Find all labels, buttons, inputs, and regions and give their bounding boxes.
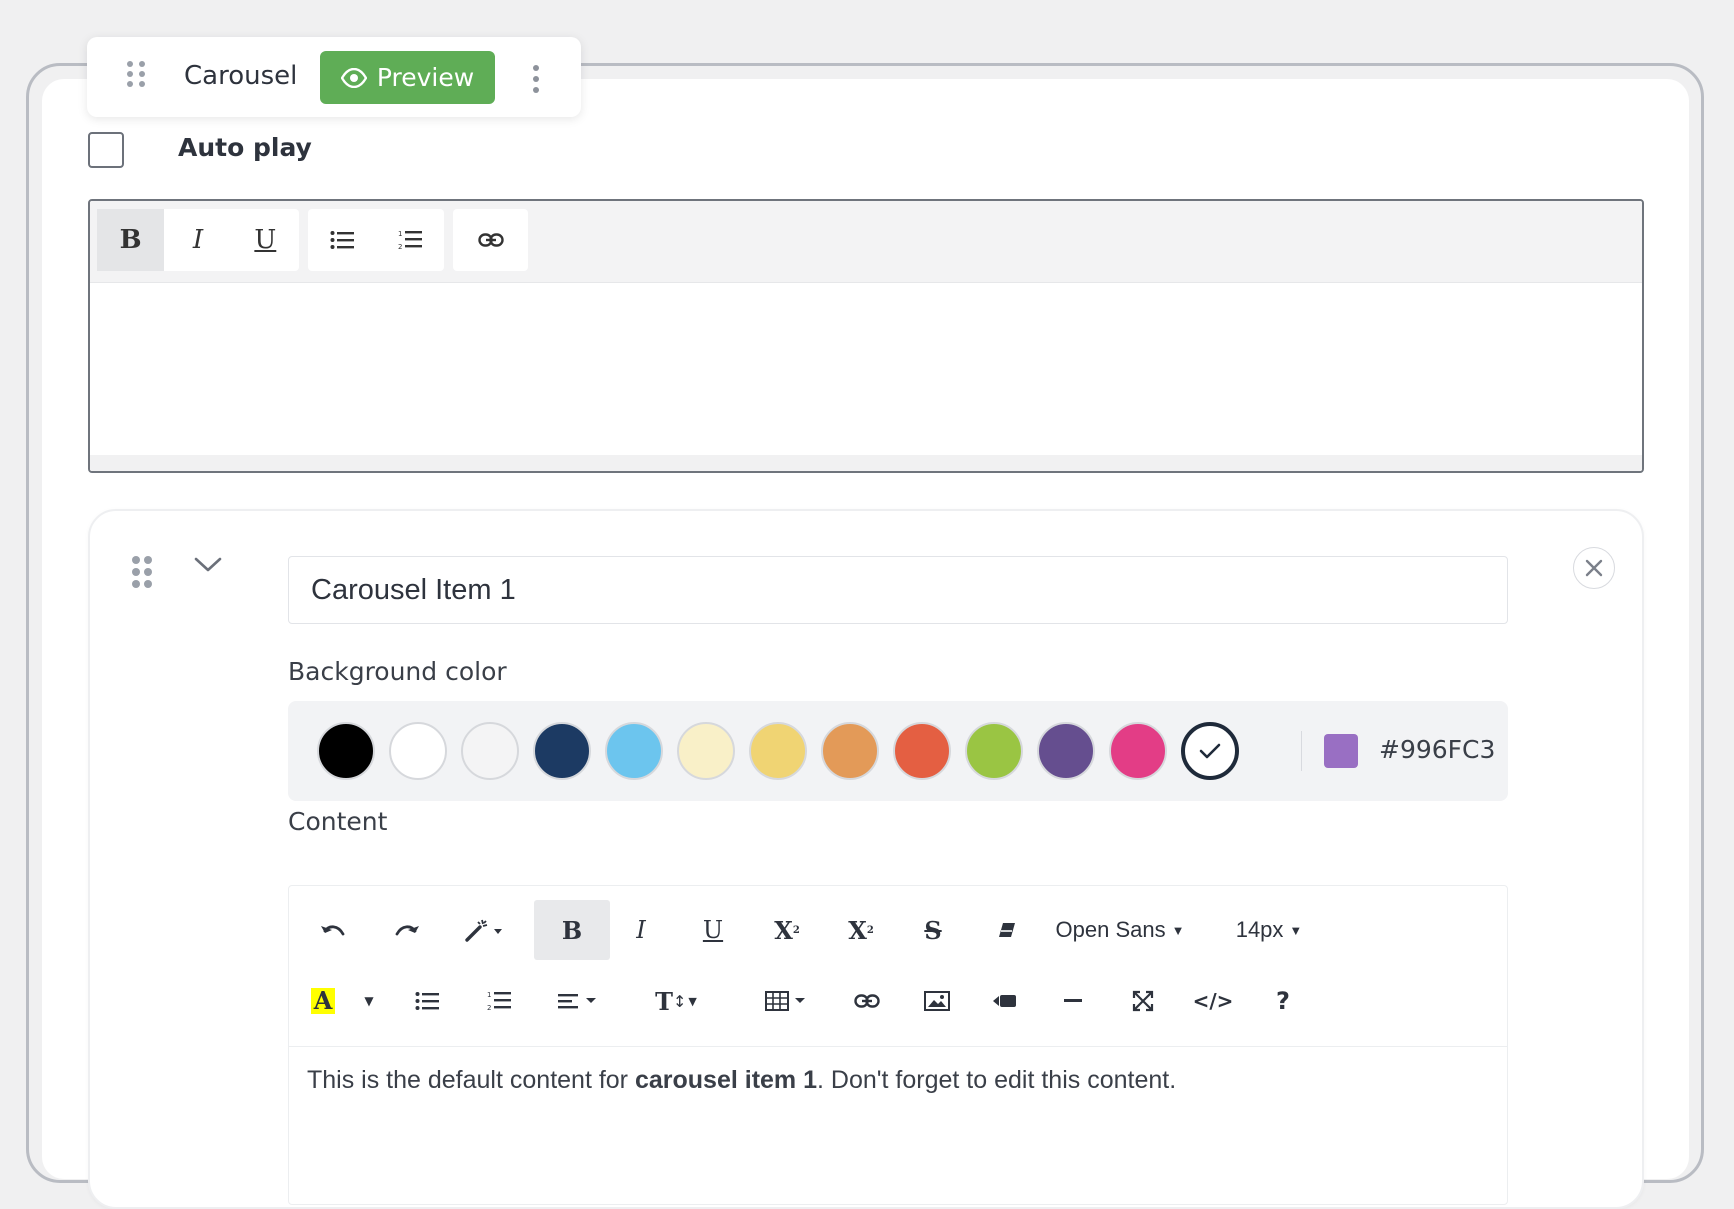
- content-text-after: . Don't forget to edit this content.: [817, 1066, 1177, 1094]
- bullet-list-icon[interactable]: [397, 971, 457, 1031]
- custom-color-chip[interactable]: [1324, 734, 1358, 768]
- carousel-item-card: Carousel Item 1 Background color #996FC3…: [88, 509, 1644, 1209]
- content-editor: B I U X2 X2 S Open Sans ▼ 14px ▼ A ▼ 12 T ↕…: [288, 885, 1508, 1205]
- underline-button[interactable]: U: [683, 900, 743, 960]
- color-swatch-red[interactable]: [893, 722, 951, 780]
- font-family-dropdown[interactable]: Open Sans ▼: [1045, 900, 1195, 960]
- svg-text:2: 2: [487, 1004, 491, 1012]
- font-family-value: Open Sans: [1055, 917, 1166, 942]
- block-title: Carousel: [184, 61, 298, 91]
- drag-handle-icon[interactable]: [127, 61, 145, 87]
- video-icon[interactable]: [975, 971, 1035, 1031]
- magic-icon[interactable]: [449, 900, 519, 960]
- table-icon[interactable]: [751, 971, 821, 1031]
- toolbar-divider: [289, 1046, 1507, 1047]
- font-size-value: 14px: [1235, 917, 1284, 942]
- content-body[interactable]: This is the default content for carousel…: [307, 1066, 1176, 1095]
- color-picker: #996FC3: [288, 701, 1508, 801]
- bullet-list-icon[interactable]: [308, 209, 376, 271]
- swatch-divider: [1301, 731, 1302, 771]
- color-swatch-cream[interactable]: [677, 722, 735, 780]
- custom-color-hex[interactable]: #996FC3: [1379, 735, 1495, 764]
- color-swatch-light-gray[interactable]: [461, 722, 519, 780]
- highlight-icon[interactable]: A: [303, 971, 343, 1031]
- strikethrough-icon[interactable]: S: [903, 900, 963, 960]
- preview-button[interactable]: Preview: [320, 51, 495, 104]
- block-toolbar: Carousel Preview: [87, 37, 581, 117]
- item-drag-handle-icon[interactable]: [132, 556, 152, 588]
- image-icon[interactable]: [907, 971, 967, 1031]
- close-icon: [1585, 559, 1603, 577]
- color-swatch-black[interactable]: [317, 722, 375, 780]
- content-text-before: This is the default content for: [307, 1066, 635, 1094]
- redo-icon[interactable]: [377, 900, 437, 960]
- font-size-dropdown[interactable]: 14px ▼: [1219, 900, 1319, 960]
- italic-button[interactable]: I: [611, 900, 671, 960]
- subscript-icon[interactable]: X2: [831, 900, 891, 960]
- content-text-bold: carousel item 1: [634, 1066, 817, 1094]
- bold-button[interactable]: B: [97, 209, 165, 271]
- autoplay-label: Auto play: [178, 133, 312, 162]
- numbered-list-icon[interactable]: 12: [469, 971, 529, 1031]
- list-group: 12: [308, 209, 444, 271]
- preview-label: Preview: [376, 63, 475, 92]
- color-swatch-navy[interactable]: [533, 722, 591, 780]
- autoplay-checkbox[interactable]: [88, 132, 124, 168]
- code-view-icon[interactable]: </>: [1183, 971, 1243, 1031]
- numbered-list-icon[interactable]: 12: [376, 209, 444, 271]
- undo-icon[interactable]: [303, 900, 363, 960]
- color-swatch-sky-blue[interactable]: [605, 722, 663, 780]
- color-swatch-yellow[interactable]: [749, 722, 807, 780]
- format-group: B I U: [97, 209, 299, 271]
- svg-text:2: 2: [398, 243, 402, 251]
- color-swatch-green[interactable]: [965, 722, 1023, 780]
- svg-text:1: 1: [487, 991, 491, 999]
- color-swatch-orange[interactable]: [821, 722, 879, 780]
- italic-button[interactable]: I: [164, 209, 231, 271]
- svg-text:1: 1: [398, 230, 402, 238]
- more-options-icon[interactable]: [533, 65, 539, 93]
- editor-toolbar: B I U 12: [90, 201, 1642, 283]
- color-swatch-pink[interactable]: [1109, 722, 1167, 780]
- highlight-dropdown-icon[interactable]: ▼: [349, 971, 389, 1031]
- color-swatch-white[interactable]: [389, 722, 447, 780]
- link-group: [453, 209, 528, 271]
- color-swatch-custom-selected[interactable]: [1181, 722, 1239, 780]
- help-icon[interactable]: ?: [1253, 971, 1313, 1031]
- check-icon: [1199, 743, 1221, 759]
- editor-statusbar: [90, 455, 1642, 471]
- link-icon[interactable]: [453, 209, 528, 271]
- fullscreen-icon[interactable]: [1113, 971, 1173, 1031]
- underline-button[interactable]: U: [232, 209, 299, 271]
- align-icon[interactable]: [543, 971, 613, 1031]
- eraser-icon[interactable]: [977, 900, 1037, 960]
- bold-button[interactable]: B: [534, 900, 610, 960]
- item-title-input[interactable]: Carousel Item 1: [288, 556, 1508, 624]
- eye-icon: [340, 67, 367, 88]
- background-color-label: Background color: [288, 657, 507, 686]
- remove-item-button[interactable]: [1573, 547, 1615, 589]
- content-label: Content: [288, 807, 388, 836]
- chevron-down-icon[interactable]: [194, 557, 222, 573]
- color-swatch-purple[interactable]: [1037, 722, 1095, 780]
- horizontal-rule-icon[interactable]: [1043, 971, 1103, 1031]
- insert-link-icon[interactable]: [837, 971, 897, 1031]
- description-editor: B I U 12: [88, 199, 1644, 473]
- superscript-icon[interactable]: X2: [757, 900, 817, 960]
- text-size-icon[interactable]: T ↕ ▼: [641, 971, 711, 1031]
